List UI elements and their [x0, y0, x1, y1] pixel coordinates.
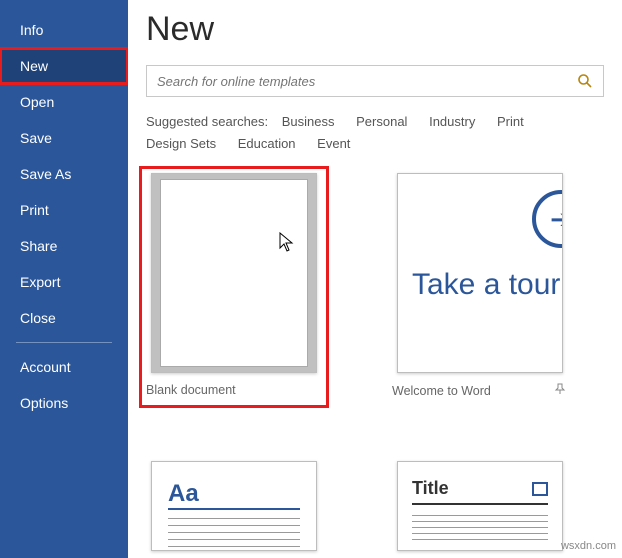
suggested-design-sets[interactable]: Design Sets — [146, 133, 216, 155]
template-single-spaced[interactable]: Aa — [146, 461, 322, 551]
preview-lines-icon — [168, 518, 300, 551]
sidebar-item-save-as[interactable]: Save As — [0, 156, 128, 192]
pin-icon[interactable] — [554, 383, 568, 398]
template-preview-text: Title — [412, 478, 449, 499]
tour-heading: Take a tour — [398, 268, 562, 301]
template-search — [146, 65, 604, 97]
cursor-icon — [279, 232, 295, 257]
sidebar-item-account[interactable]: Account — [0, 349, 128, 385]
backstage-sidebar: Info New Open Save Save As Print Share E… — [0, 0, 128, 558]
suggested-label: Suggested searches: — [146, 114, 268, 129]
arrow-right-icon: ➔ — [532, 190, 563, 248]
sidebar-item-share[interactable]: Share — [0, 228, 128, 264]
preview-lines-icon — [412, 515, 548, 540]
template-preview-text: Aa — [168, 480, 300, 510]
template-label: Blank document — [146, 383, 236, 397]
template-welcome-to-word[interactable]: ➔ Take a tour Welcome to Word — [392, 173, 568, 401]
sidebar-divider — [16, 342, 112, 343]
watermark: wsxdn.com — [561, 540, 616, 552]
square-icon — [532, 482, 548, 496]
template-grid: Blank document ➔ Take a tour Welcome to … — [146, 173, 604, 551]
page-title: New — [146, 10, 604, 49]
suggested-education[interactable]: Education — [238, 133, 296, 155]
search-icon — [577, 73, 593, 89]
sidebar-item-new[interactable]: New — [0, 48, 128, 84]
sidebar-item-close[interactable]: Close — [0, 300, 128, 336]
template-title[interactable]: Title — [392, 461, 568, 551]
template-label: Welcome to Word — [392, 384, 491, 398]
suggested-event[interactable]: Event — [317, 133, 350, 155]
main-panel: New Suggested searches: Business Persona… — [128, 0, 622, 558]
sidebar-item-save[interactable]: Save — [0, 120, 128, 156]
sidebar-item-export[interactable]: Export — [0, 264, 128, 300]
suggested-print[interactable]: Print — [497, 111, 524, 133]
template-blank-document[interactable]: Blank document — [146, 173, 322, 401]
template-search-input[interactable] — [147, 66, 567, 96]
suggested-business[interactable]: Business — [282, 111, 335, 133]
suggested-searches: Suggested searches: Business Personal In… — [146, 111, 604, 155]
search-button[interactable] — [567, 66, 603, 96]
suggested-personal[interactable]: Personal — [356, 111, 407, 133]
sidebar-item-options[interactable]: Options — [0, 385, 128, 421]
suggested-industry[interactable]: Industry — [429, 111, 475, 133]
sidebar-item-open[interactable]: Open — [0, 84, 128, 120]
sidebar-item-print[interactable]: Print — [0, 192, 128, 228]
sidebar-item-info[interactable]: Info — [0, 12, 128, 48]
